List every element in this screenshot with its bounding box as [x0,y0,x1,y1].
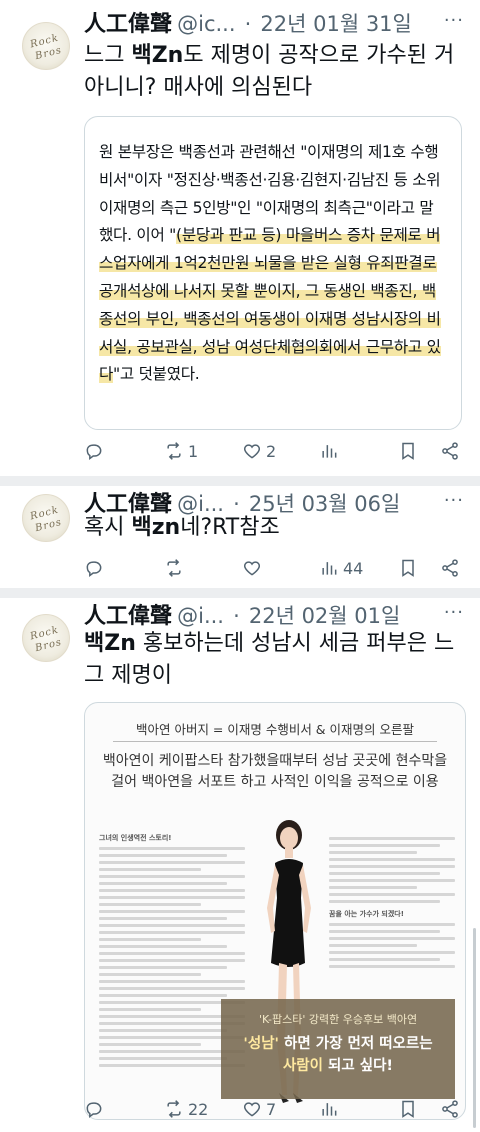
like-button[interactable]: 7 [242,1099,276,1119]
share-icon [442,442,458,460]
tweet-3[interactable]: Rock Bros 人工偉聲 @i... · 22년 02월 01일 ··· 백… [0,598,480,1132]
tweet-text: 백Zn 홍보하는데 성남시 세금 퍼부은 느그 제명이 [84,628,462,692]
views-chart-icon [322,445,337,458]
tweet-header: 人工偉聲 @ic... · 22년 01월 31일 [84,6,436,36]
views-button[interactable]: 44 [319,558,363,578]
image-caption-box: 'K-팝스타' 강력한 우승후보 백아연 '성남' 하면 가장 먼저 떠오르는 … [221,999,455,1099]
highlighted-term: 백zn [131,515,181,540]
like-count: 2 [266,441,277,461]
reply-icon [86,1102,102,1118]
caption-highlight: '성남' [243,1036,279,1052]
retweet-button[interactable] [164,558,188,578]
article-subheading: 그녀의 인생역전 스토리! [99,834,172,842]
reply-icon [86,444,102,460]
author-handle[interactable]: @ic... [177,12,235,36]
quote-part: "고 덧붙였다. [113,365,200,384]
quoted-text: 원 본부장은 백종선과 관련해선 "이재명의 제1호 수행비서"이자 "정진상·… [99,139,447,389]
more-options-icon[interactable]: ··· [444,602,464,623]
quote-highlighted-part: (분당과 판교 등) 마을버스 증차 문제로 버스업자에게 1억2천만원 뇌물을… [99,226,441,384]
image-divider [113,741,437,742]
article-subheading: 꿈을 아는 가수가 되겠다! [329,910,404,918]
views-button[interactable] [319,1099,343,1119]
separator-dot: · [233,604,240,628]
views-count: 44 [343,558,364,578]
tweet-text-part: 네?RT참조 [180,515,280,540]
author-name[interactable]: 人工偉聲 [84,12,172,36]
reply-icon [86,561,102,577]
action-bar: 22 7 [84,1099,464,1125]
like-button[interactable]: 2 [242,441,276,461]
reply-button[interactable] [84,441,108,461]
avatar[interactable]: Rock Bros [22,22,70,70]
action-bar: 44 [84,558,464,584]
bookmark-button[interactable] [398,1099,418,1119]
tweet-text: 느그 백Zn도 제명이 공작으로 가수된 거 아니니? 매사에 의심된다 [84,40,462,104]
author-name[interactable]: 人工偉聲 [84,604,172,628]
scrollbar[interactable] [473,928,476,1128]
tweet-2[interactable]: Rock Bros 人工偉聲 @i... · 25년 03월 06일 ··· 혹… [0,486,480,588]
views-chart-icon [322,562,337,575]
avatar[interactable]: Rock Bros [22,614,70,662]
like-button[interactable] [242,558,266,578]
retweet-icon [167,559,181,577]
retweet-button[interactable]: 1 [164,441,198,461]
caption-small: 'K-팝스타' 강력한 우승후보 백아연 [258,1013,418,1026]
bookmark-button[interactable] [398,558,418,578]
retweet-icon [167,1100,181,1118]
heart-icon [243,561,261,576]
share-button[interactable] [440,558,460,578]
tweet-header: 人工偉聲 @i... · 22년 02월 01일 [84,598,436,628]
retweet-button[interactable]: 22 [164,1099,208,1119]
share-icon [442,559,458,577]
action-bar: 1 2 [84,441,464,467]
tweet-text: 혹시 백zn네?RT참조 [84,512,462,544]
retweet-count: 1 [188,441,199,461]
bookmark-icon [402,442,414,460]
caption-headline: '성남' 하면 가장 먼저 떠오르는 사람이 되고 싶다! [221,1033,455,1077]
views-chart-icon [322,1103,337,1116]
more-options-icon[interactable]: ··· [444,490,464,511]
reply-button[interactable] [84,558,108,578]
tweet-text-part: 느그 [84,43,132,68]
image-title: 백아연 아버지 = 이재명 수행비서 & 이재명의 오른팔 [135,722,415,737]
heart-icon [243,444,261,459]
tweet-separator [0,588,480,598]
like-count: 7 [266,1099,277,1119]
tweet-date[interactable]: 22년 01월 31일 [260,12,411,36]
highlighted-term: 백Zn [84,631,136,656]
caption-highlight: 사람이 [282,1058,323,1074]
highlighted-term: 백Zn [131,43,184,68]
bookmark-icon [402,559,414,577]
author-handle[interactable]: @i... [177,604,224,628]
retweet-count: 22 [188,1099,209,1119]
tweet-separator [0,476,480,486]
tweet-1[interactable]: Rock Bros 人工偉聲 @ic... · 22년 01월 31일 ··· … [0,0,480,476]
attached-image[interactable]: 백아연 아버지 = 이재명 수행비서 & 이재명의 오른팔 백아연이 케이팝스타… [84,702,466,1120]
tweet-date[interactable]: 22년 02월 01일 [249,604,400,628]
views-button[interactable] [319,441,343,461]
image-article-column-right: 꿈을 아는 가수가 되겠다! [329,833,455,993]
share-button[interactable] [440,1099,460,1119]
quoted-text-card[interactable]: 원 본부장은 백종선과 관련해선 "이재명의 제1호 수행비서"이자 "정진상·… [84,116,462,430]
separator-dot: · [244,12,252,36]
tweet-text-part: 혹시 [84,515,132,540]
share-icon [442,1100,458,1118]
more-options-icon[interactable]: ··· [444,10,464,31]
caption-text: 되고 싶다! [322,1058,394,1074]
heart-icon [243,1102,261,1117]
bookmark-icon [402,1100,414,1118]
reply-button[interactable] [84,1099,108,1119]
tweet-text-part: 홍보하는데 성남시 세금 퍼부은 느그 제명이 [84,631,455,688]
share-button[interactable] [440,441,460,461]
retweet-icon [167,442,181,460]
avatar[interactable]: Rock Bros [22,494,70,542]
caption-text: 하면 가장 먼저 떠오르는 [278,1036,433,1052]
image-lead-text: 백아연이 케이팝스타 참가했을때부터 성남 곳곳에 현수막을 걸어 백아연을 서… [102,753,448,790]
bookmark-button[interactable] [398,441,418,461]
